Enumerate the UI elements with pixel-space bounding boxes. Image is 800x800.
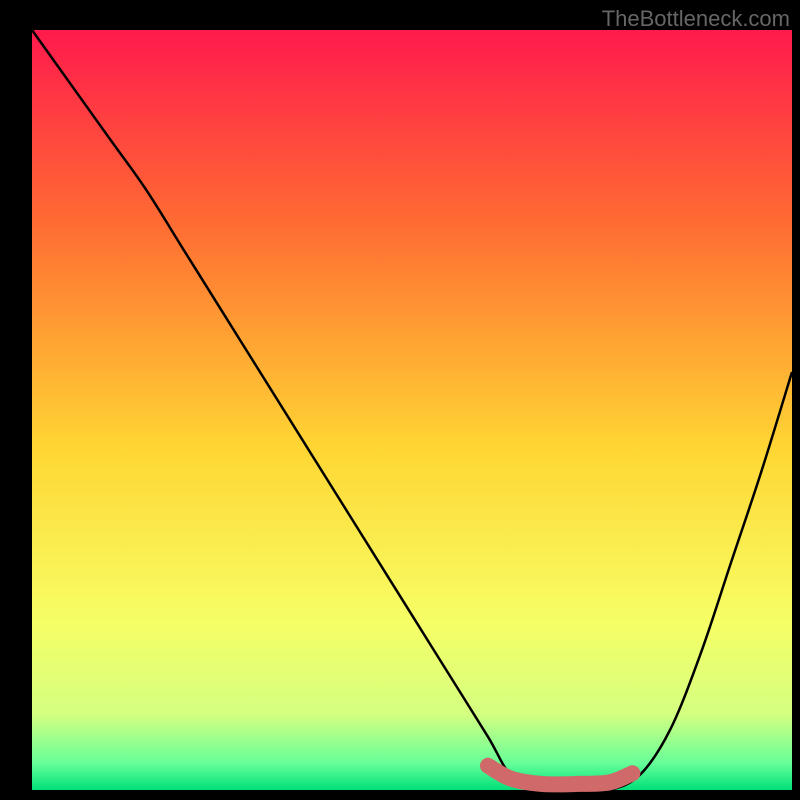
bottleneck-chart — [0, 0, 800, 800]
chart-svg — [0, 0, 800, 800]
plot-background — [32, 30, 792, 790]
watermark-text: TheBottleneck.com — [602, 6, 790, 32]
